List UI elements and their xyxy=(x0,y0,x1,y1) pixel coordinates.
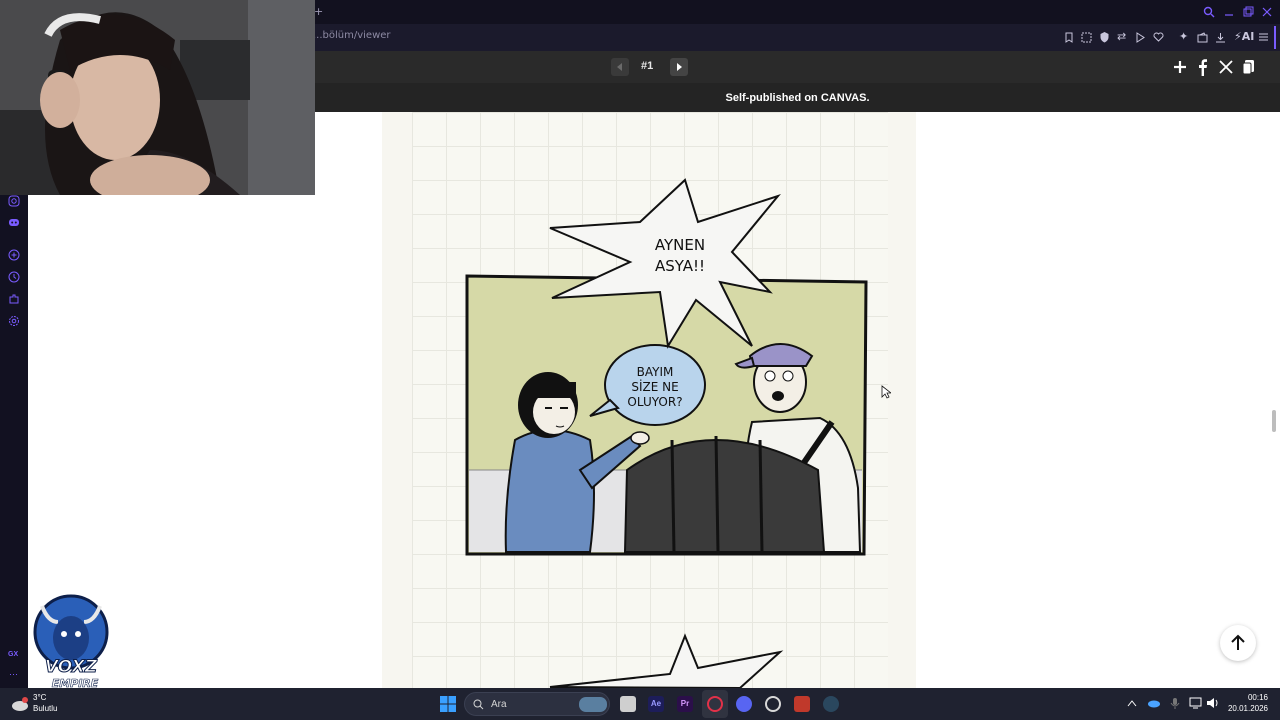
chevron-up-icon[interactable] xyxy=(1127,699,1137,707)
heart-icon[interactable] xyxy=(1153,32,1164,42)
ai-icon[interactable]: ⚡AI xyxy=(1234,30,1254,43)
publisher-bar: Self-published on CANVAS. xyxy=(315,83,1280,112)
shout-line-1: AYNEN xyxy=(655,236,705,254)
next-panel-burst xyxy=(549,633,784,690)
x-share-icon[interactable] xyxy=(1219,60,1233,74)
chevron-left-icon xyxy=(617,63,622,71)
new-tab-button[interactable]: + xyxy=(314,5,323,18)
settings-icon[interactable] xyxy=(8,315,20,327)
minimize-icon[interactable] xyxy=(1223,6,1235,18)
taskbar: 3°C Bulutlu Ara Ae Pr 00:16 20.01.2026 xyxy=(0,688,1280,720)
url-text[interactable]: ...bölüm/viewer xyxy=(313,30,391,41)
weather-description[interactable]: Bulutlu xyxy=(33,704,57,713)
discord-icon[interactable] xyxy=(8,216,20,228)
history-icon[interactable] xyxy=(8,271,20,283)
webcam-overlay xyxy=(0,0,315,195)
discord-taskbar-icon[interactable] xyxy=(736,696,752,712)
shield-icon[interactable] xyxy=(1099,31,1110,43)
extensions-rail-icon[interactable] xyxy=(8,293,20,305)
search-placeholder: Ara xyxy=(491,699,507,710)
previous-episode-button[interactable] xyxy=(611,58,629,76)
clock-date[interactable]: 20.01.2026 xyxy=(1226,704,1268,713)
download-icon[interactable] xyxy=(1215,32,1226,43)
menu-icon[interactable] xyxy=(1258,32,1269,42)
search-icon xyxy=(473,699,484,710)
bookmark-icon[interactable] xyxy=(1064,32,1074,43)
extensions-icon[interactable]: ✦ xyxy=(1179,30,1188,43)
mouse-cursor-icon xyxy=(881,385,891,399)
task-view-icon[interactable] xyxy=(620,696,636,712)
scrollbar-thumb[interactable] xyxy=(1272,410,1276,432)
chevron-right-icon xyxy=(677,63,682,71)
snapshot-icon[interactable] xyxy=(1081,32,1092,43)
play-icon[interactable] xyxy=(1135,32,1145,43)
next-episode-button[interactable] xyxy=(670,58,688,76)
logo-line-1: VOXZ xyxy=(45,657,98,677)
active-app-indicator xyxy=(702,690,728,718)
volume-icon[interactable] xyxy=(1206,697,1219,709)
question-line-1: BAYIM xyxy=(637,365,674,379)
question-line-3: OLUYOR? xyxy=(627,395,682,409)
translate-icon[interactable]: ⇄ xyxy=(1117,30,1126,43)
copy-link-icon[interactable] xyxy=(1242,59,1256,75)
close-icon[interactable] xyxy=(1261,6,1273,18)
add-icon[interactable] xyxy=(8,249,20,261)
webcam-image xyxy=(0,0,315,195)
wallet-icon[interactable] xyxy=(1197,32,1208,43)
streaming-app-icon[interactable] xyxy=(794,696,810,712)
back-to-top-button[interactable] xyxy=(1220,625,1256,661)
taskbar-search[interactable]: Ara xyxy=(464,692,610,716)
obs-icon[interactable] xyxy=(765,696,781,712)
microphone-icon[interactable] xyxy=(1170,697,1180,710)
channel-logo: VOXZ EMPIRE xyxy=(28,592,114,690)
facebook-icon[interactable] xyxy=(1195,59,1211,77)
search-icon[interactable] xyxy=(1203,6,1215,18)
display-icon[interactable] xyxy=(1189,697,1202,709)
more-icon[interactable]: ⋯ xyxy=(9,669,18,680)
question-line-2: SİZE NE xyxy=(631,379,678,394)
onedrive-icon[interactable] xyxy=(1147,698,1161,708)
episode-navigation-bar: #1 xyxy=(315,51,1280,83)
sidebar-edge xyxy=(1274,26,1276,49)
instagram-icon[interactable] xyxy=(8,195,20,207)
restore-icon[interactable] xyxy=(1242,6,1254,18)
clock-time[interactable]: 00:16 xyxy=(1232,693,1268,702)
after-effects-icon[interactable]: Ae xyxy=(648,696,664,712)
weather-cloud-icon[interactable] xyxy=(10,696,30,712)
search-highlight-image xyxy=(579,697,607,712)
episode-number: #1 xyxy=(641,60,654,72)
comic-panel: BAYIM SİZE NE OLUYOR? AYNEN ASYA!! xyxy=(465,178,868,690)
arrow-up-icon xyxy=(1231,634,1245,650)
bull-logo-icon: VOXZ EMPIRE xyxy=(33,594,109,690)
premiere-icon[interactable]: Pr xyxy=(677,696,693,712)
steam-icon[interactable] xyxy=(823,696,839,712)
weather-temperature[interactable]: 3°C xyxy=(33,693,46,702)
windows-start-icon[interactable] xyxy=(440,696,456,712)
subscribe-plus-icon[interactable] xyxy=(1172,59,1188,75)
gx-icon[interactable]: GX xyxy=(8,651,18,658)
published-notice: Self-published on CANVAS. xyxy=(725,92,870,104)
shout-line-2: ASYA!! xyxy=(655,257,705,275)
